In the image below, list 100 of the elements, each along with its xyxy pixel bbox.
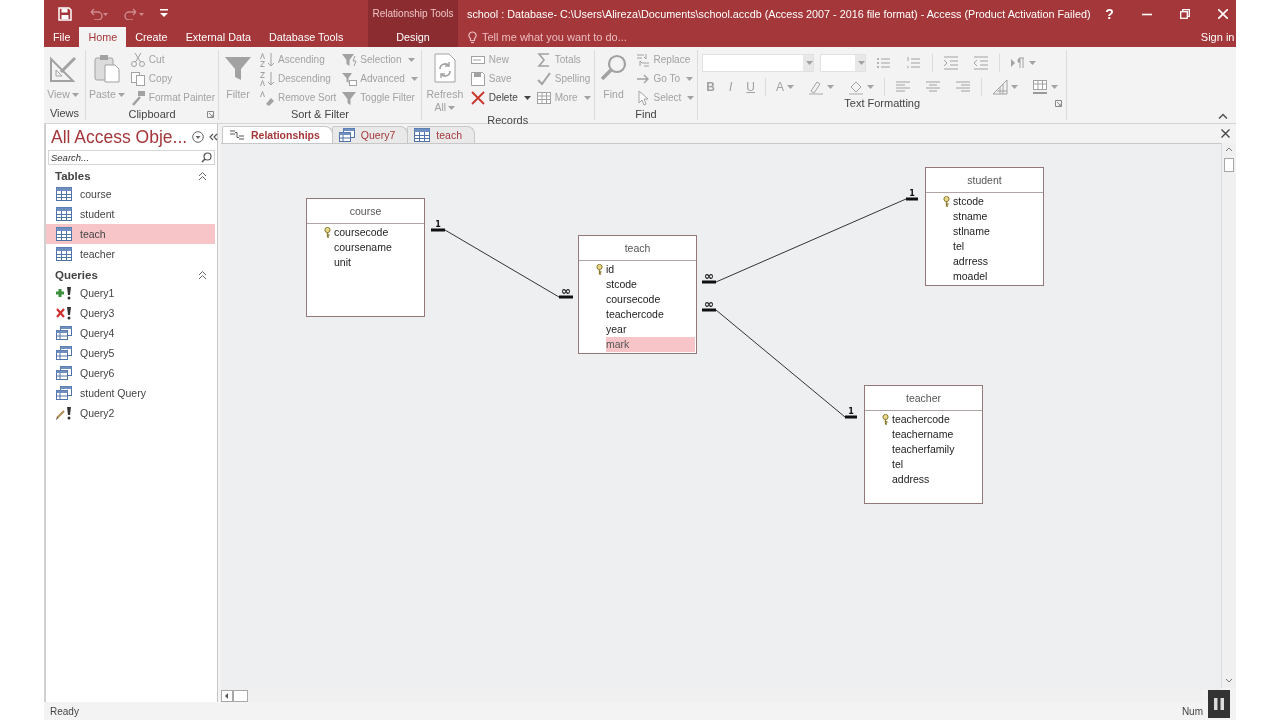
undo-icon[interactable] (88, 7, 108, 20)
relationship-line[interactable] (429, 228, 575, 299)
collapse-group-icon[interactable] (198, 269, 207, 280)
redo-icon[interactable] (124, 7, 144, 20)
delete-icon (469, 89, 486, 106)
sigma-icon (535, 51, 552, 68)
nav-item[interactable]: Query6 (46, 363, 215, 383)
search-input[interactable]: Search... (51, 152, 201, 163)
field-name[interactable]: adrress (953, 254, 1042, 269)
nav-item[interactable]: student Query (46, 383, 215, 403)
field-name[interactable]: id (606, 262, 695, 277)
select-query-icon (56, 346, 72, 360)
select-query-icon (56, 366, 72, 380)
field-name[interactable]: coursecode (334, 225, 423, 240)
save-icon[interactable] (58, 6, 72, 21)
nav-item[interactable]: course (46, 184, 215, 204)
update-query-icon (56, 406, 72, 420)
dropdown-circle-icon[interactable] (192, 131, 205, 143)
nav-item[interactable]: Query4 (46, 323, 215, 343)
align-right-icon[interactable] (955, 79, 972, 95)
field-name[interactable]: address (892, 472, 981, 487)
scissors-icon (129, 51, 146, 68)
nav-item[interactable]: Query2 (46, 403, 215, 423)
numbered-list-icon[interactable] (906, 55, 923, 71)
paragraph-direction-icon[interactable] (1010, 55, 1027, 71)
caret-icon (806, 61, 814, 65)
field-name[interactable]: mark (606, 337, 695, 352)
group-label: Records (487, 114, 529, 126)
document-tab[interactable]: Relationships (222, 126, 333, 143)
nav-item[interactable]: student (46, 204, 215, 224)
collapse-pane-icon[interactable] (209, 133, 219, 141)
vertical-scrollbar[interactable] (1221, 143, 1236, 688)
nav-item[interactable]: teach (46, 224, 215, 244)
field-name[interactable]: moadel (953, 269, 1042, 284)
field-name[interactable]: stlname (953, 224, 1042, 239)
highlighter-icon[interactable] (808, 79, 825, 95)
group-label: Text Formatting (844, 97, 921, 109)
pause-icon (1214, 698, 1224, 710)
collapse-ribbon-icon[interactable] (1218, 113, 1228, 119)
field-name[interactable]: teacherfamily (892, 442, 981, 457)
nav-item[interactable]: Query1 (46, 283, 215, 303)
field-name[interactable]: unit (334, 255, 423, 270)
font-size-field[interactable] (820, 54, 867, 72)
align-left-icon[interactable] (895, 79, 912, 95)
sort-descending-icon (259, 70, 275, 87)
table-icon (56, 187, 72, 201)
field-name[interactable]: tel (892, 457, 981, 472)
field-name[interactable]: teachercode (606, 307, 695, 322)
replace-icon (634, 51, 651, 68)
decrease-indent-icon[interactable] (973, 55, 990, 71)
nav-item[interactable]: Query3 (46, 303, 215, 323)
field-name[interactable]: tel (953, 239, 1042, 254)
align-center-icon[interactable] (925, 79, 942, 95)
ribbon-tab[interactable]: Database Tools (260, 27, 353, 47)
ribbon-button[interactable]: Delete (469, 88, 531, 107)
field-name[interactable]: stname (953, 209, 1042, 224)
pause-button[interactable] (1208, 690, 1230, 718)
field-name[interactable]: teachercode (892, 412, 981, 427)
field-name[interactable]: coursename (334, 240, 423, 255)
table-icon (56, 207, 72, 221)
font-name-field[interactable] (702, 54, 815, 72)
table-box[interactable]: teacher teachercode teachername teacherfamily tel address (864, 385, 983, 504)
ribbon-tab[interactable]: File (44, 27, 80, 47)
close-icon[interactable] (1221, 129, 1230, 138)
cardinality-label: 1 (848, 407, 854, 416)
help-button[interactable]: ? (1090, 0, 1129, 27)
search-field[interactable]: Search... (48, 150, 215, 165)
table-box[interactable]: course coursecode coursename unit (306, 198, 425, 317)
sign-in-link[interactable]: Sign in (1200, 31, 1243, 43)
ribbon-tab[interactable]: Create (126, 27, 177, 47)
nav-item[interactable]: Query5 (46, 343, 215, 363)
paint-bucket-icon[interactable] (848, 79, 865, 95)
document-tab[interactable]: Query7 (331, 126, 409, 143)
dialog-launcher-icon[interactable] (207, 111, 214, 118)
caret-icon (1011, 85, 1019, 89)
relationship-line[interactable] (700, 197, 920, 284)
increase-indent-icon[interactable] (943, 55, 960, 71)
gridlines-icon[interactable] (992, 79, 1009, 95)
collapse-group-icon[interactable] (198, 170, 207, 181)
alternate-row-color-icon[interactable] (1032, 79, 1049, 95)
field-name[interactable]: year (606, 322, 695, 337)
cardinality-label: 1 (909, 189, 915, 198)
ribbon-tab[interactable]: Design (382, 27, 444, 47)
document-tab[interactable]: teach (407, 126, 475, 143)
bullet-list-icon[interactable] (876, 55, 893, 71)
dialog-launcher-icon[interactable] (1055, 100, 1063, 107)
table-box[interactable]: teach id stcode coursecode teachercode year mark (578, 235, 697, 354)
field-name[interactable]: stcode (606, 277, 695, 292)
nav-item[interactable]: teacher (46, 244, 215, 264)
select-query-icon (56, 386, 72, 400)
ribbon-tab[interactable]: Home (79, 27, 127, 47)
field-name[interactable]: coursecode (606, 292, 695, 307)
customize-toolbar-icon[interactable] (160, 9, 168, 18)
cardinality-label: 1 (435, 220, 441, 229)
table-box[interactable]: student stcode stname stlname tel adrress moadel (925, 167, 1044, 286)
pane-title: All Access Obje... (51, 126, 188, 148)
tell-me-field[interactable]: Tell me what you want to do... (482, 31, 652, 43)
field-name[interactable]: teachername (892, 427, 981, 442)
ribbon-tab[interactable]: External Data (176, 27, 261, 47)
field-name[interactable]: stcode (953, 194, 1042, 209)
